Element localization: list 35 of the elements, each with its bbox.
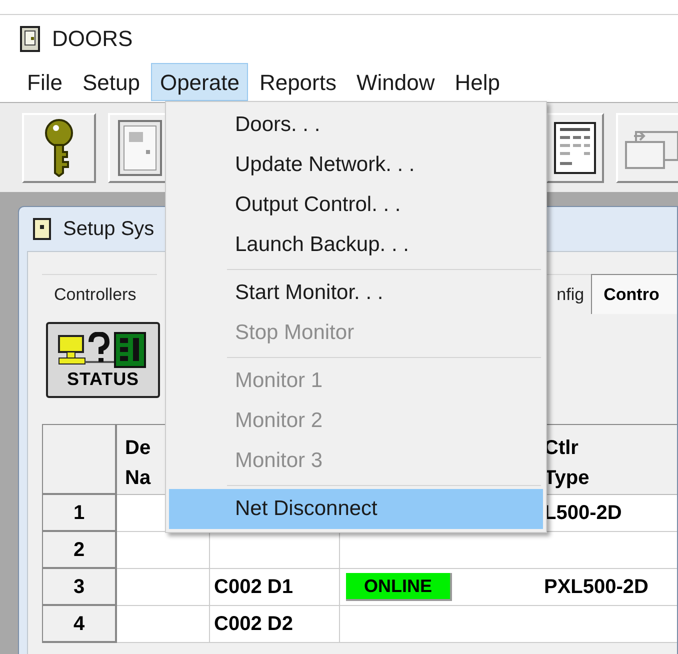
menu-item[interactable]: Start Monitor. . . xyxy=(169,273,543,313)
windows-button[interactable] xyxy=(616,112,678,182)
status-button[interactable]: STATUS xyxy=(46,322,160,398)
key-button[interactable] xyxy=(22,112,96,182)
menu-item[interactable]: Window xyxy=(348,63,444,101)
menu-item[interactable]: Reports xyxy=(250,63,346,101)
row-number: 3 xyxy=(43,569,117,606)
menu-item[interactable]: Operate xyxy=(150,63,248,101)
window-icon xyxy=(33,218,51,240)
status-badge: ONLINE xyxy=(346,573,452,601)
menu-item[interactable]: Help xyxy=(446,63,509,101)
window-title: Setup Sys xyxy=(63,217,154,242)
menu-item[interactable]: Doors. . . xyxy=(169,105,543,145)
network-status-icon xyxy=(57,332,149,370)
door-icon xyxy=(20,26,40,52)
key-icon xyxy=(42,118,76,176)
table-cell: PXL500-2D xyxy=(540,569,677,606)
door-icon xyxy=(118,120,162,176)
door-button[interactable] xyxy=(108,112,168,182)
row-number: 1 xyxy=(43,495,117,532)
menu-item[interactable]: Launch Backup. . . xyxy=(169,225,543,265)
row-number: 4 xyxy=(43,606,117,643)
menu-item[interactable]: Update Network. . . xyxy=(169,145,543,185)
row-number: 2 xyxy=(43,532,117,569)
window-title: DOORS xyxy=(52,25,133,53)
menu-item[interactable]: File xyxy=(18,63,72,101)
menu-item[interactable]: Net Disconnect xyxy=(169,489,543,529)
table-cell: C002 D2 xyxy=(210,606,340,643)
report-button[interactable] xyxy=(546,112,604,182)
report-icon xyxy=(554,122,596,174)
menu-item[interactable]: Setup xyxy=(73,63,149,101)
tab[interactable]: Contro xyxy=(590,274,677,314)
menu-item[interactable]: Output Control. . . xyxy=(169,185,543,225)
tab[interactable]: Controllers xyxy=(42,274,157,314)
table-cell: C002 D1 xyxy=(210,569,340,606)
